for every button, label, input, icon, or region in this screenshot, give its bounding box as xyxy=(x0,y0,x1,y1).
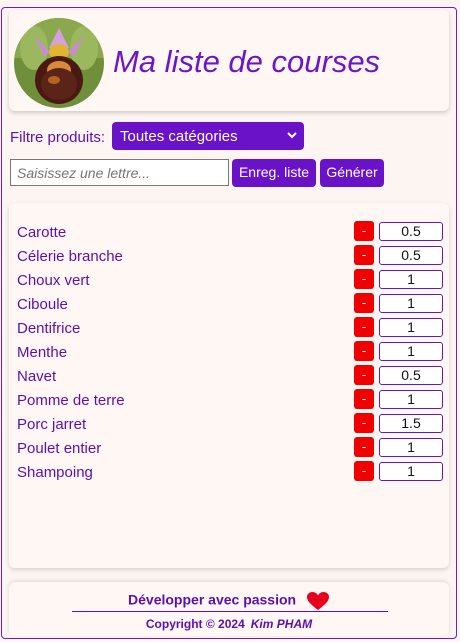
remove-item-button[interactable]: - xyxy=(354,221,374,241)
list-item: Pomme de terre - 1 xyxy=(9,389,449,411)
remove-item-button[interactable]: - xyxy=(354,389,374,409)
copyright-text: Copyright © 2024 xyxy=(145,617,245,631)
item-name: Carotte xyxy=(17,224,67,241)
list-item: Poulet entier - 1 xyxy=(9,437,449,459)
remove-item-button[interactable]: - xyxy=(354,317,374,337)
item-name: Navet xyxy=(17,368,57,385)
list-item: Navet - 0.5 xyxy=(9,365,449,387)
heart-icon xyxy=(306,592,329,610)
list-item: Shampoing - 1 xyxy=(9,461,449,483)
copyright: Copyright © 2024 Kim PHAM xyxy=(9,617,449,631)
list-item: Porc jarret - 1.5 xyxy=(9,413,449,435)
quantity-field[interactable]: 1 xyxy=(379,342,443,361)
page-title: Ma liste de courses xyxy=(113,44,381,79)
category-select-value: Toutes catégories xyxy=(120,128,238,145)
remove-item-button[interactable]: - xyxy=(354,245,374,265)
filter-label: Filtre produits: xyxy=(10,129,106,146)
chevron-down-icon xyxy=(287,132,297,139)
remove-item-button[interactable]: - xyxy=(354,341,374,361)
remove-item-button[interactable]: - xyxy=(354,365,374,385)
save-list-button[interactable]: Enreg. liste xyxy=(232,159,316,187)
quantity-field[interactable]: 1 xyxy=(379,462,443,481)
list-item: Ciboule - 1 xyxy=(9,293,449,315)
item-name: Menthe xyxy=(17,344,68,361)
remove-item-button[interactable]: - xyxy=(354,269,374,289)
quantity-field[interactable]: 1 xyxy=(379,318,443,337)
list-item: Célerie branche - 0.5 xyxy=(9,245,449,267)
item-name: Choux vert xyxy=(17,272,90,289)
item-name: Célerie branche xyxy=(17,248,123,265)
quantity-field[interactable]: 0.5 xyxy=(379,366,443,385)
header: Ma liste de courses xyxy=(9,10,449,111)
quantity-field[interactable]: 1 xyxy=(379,390,443,409)
generate-button[interactable]: Générer xyxy=(320,159,384,187)
orchid-logo-image xyxy=(14,18,104,108)
remove-item-button[interactable]: - xyxy=(354,293,374,313)
tagline-text: Développer avec passion xyxy=(128,591,297,608)
remove-item-button[interactable]: - xyxy=(354,413,374,433)
item-name: Shampoing xyxy=(17,464,93,481)
remove-item-button[interactable]: - xyxy=(354,437,374,457)
quantity-field[interactable]: 1.5 xyxy=(379,414,443,433)
quantity-field[interactable]: 1 xyxy=(379,438,443,457)
footer: Développer avec passion Copyright © 2024… xyxy=(9,582,449,636)
quantity-field[interactable]: 1 xyxy=(379,294,443,313)
quantity-field[interactable]: 0.5 xyxy=(379,246,443,265)
list-item: Carotte - 0.5 xyxy=(9,221,449,243)
quantity-field[interactable]: 1 xyxy=(379,270,443,289)
search-input[interactable] xyxy=(10,159,229,186)
footer-divider xyxy=(72,611,388,612)
footer-tagline: Développer avec passion xyxy=(9,591,449,611)
remove-item-button[interactable]: - xyxy=(354,461,374,481)
item-name: Pomme de terre xyxy=(17,392,125,409)
category-select[interactable]: Toutes catégories xyxy=(112,122,304,150)
author-name: Kim PHAM xyxy=(250,617,313,631)
item-name: Ciboule xyxy=(17,296,68,313)
list-item: Menthe - 1 xyxy=(9,341,449,363)
item-name: Porc jarret xyxy=(17,416,87,433)
list-item: Dentifrice - 1 xyxy=(9,317,449,339)
shopping-list: Carotte - 0.5 Célerie branche - 0.5 Chou… xyxy=(9,203,449,568)
quantity-field[interactable]: 0.5 xyxy=(379,222,443,241)
item-name: Dentifrice xyxy=(17,320,81,337)
item-name: Poulet entier xyxy=(17,440,102,457)
list-item: Choux vert - 1 xyxy=(9,269,449,291)
